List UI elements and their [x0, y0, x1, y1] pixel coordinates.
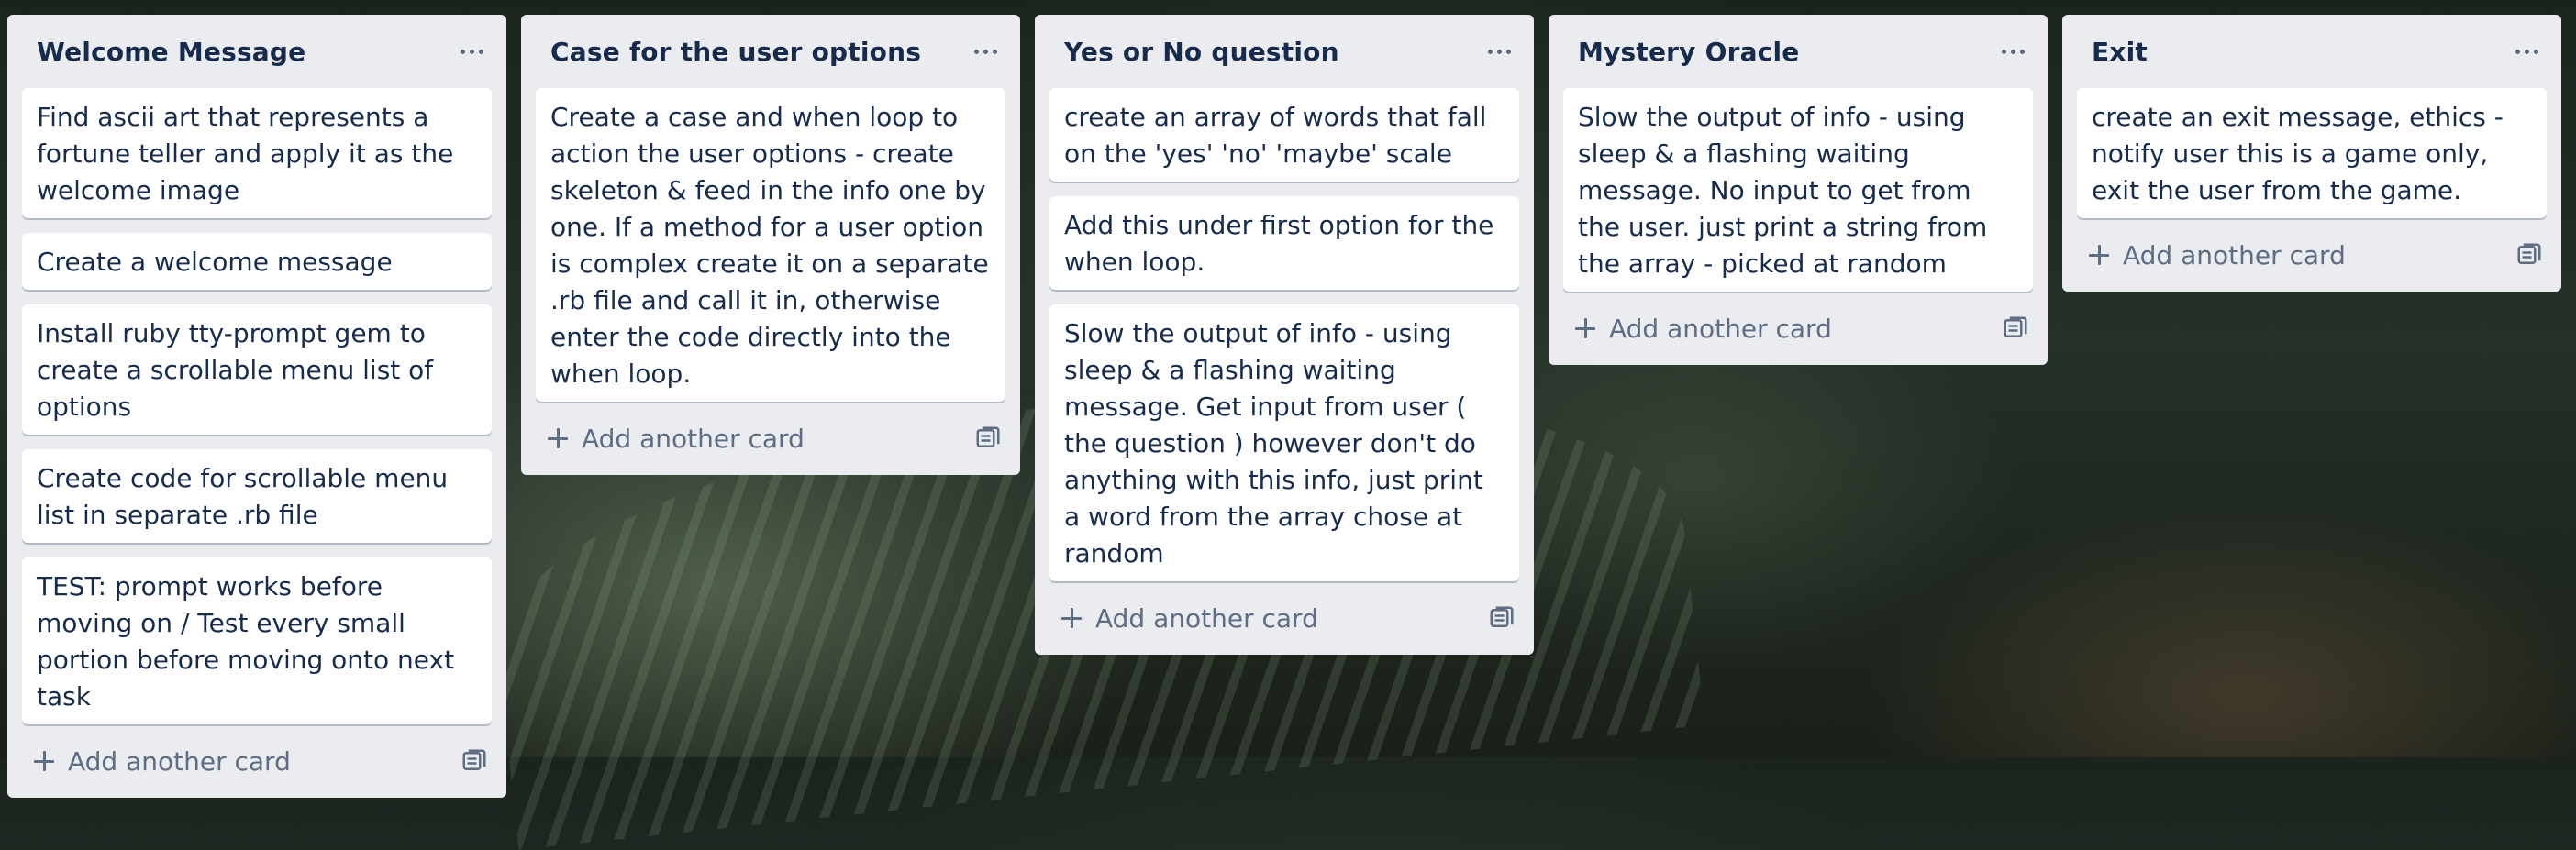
card-template-icon[interactable]: [974, 425, 1002, 452]
list-footer: Add another card: [22, 732, 492, 790]
card-template-icon[interactable]: [1488, 604, 1516, 632]
list-welcome-message: Welcome Message Find ascii art that repr…: [7, 15, 506, 798]
plus-icon: [1060, 607, 1083, 629]
more-horizontal-icon: [2515, 49, 2538, 54]
card-template-icon[interactable]: [461, 747, 488, 775]
plus-icon: [1574, 317, 1596, 339]
list-card[interactable]: create an array of words that fall on th…: [1049, 88, 1519, 182]
add-card-label: Add another card: [582, 423, 805, 454]
list-menu-icon[interactable]: [1479, 31, 1519, 72]
list-title[interactable]: Exit: [2092, 37, 2148, 67]
list-exit: Exit create an exit message, ethics - no…: [2062, 15, 2561, 292]
more-horizontal-icon: [1487, 49, 1511, 54]
add-card-button[interactable]: Add another card: [1574, 314, 1832, 344]
list-header: Exit: [2077, 15, 2547, 88]
list-menu-icon[interactable]: [451, 31, 492, 72]
add-card-label: Add another card: [68, 745, 291, 777]
add-card-button[interactable]: Add another card: [1060, 603, 1318, 634]
list-header: Mystery Oracle: [1563, 15, 2033, 88]
list-case-for-user-options: Case for the user options Create a case …: [521, 15, 1020, 475]
list-card[interactable]: Find ascii art that represents a fortune…: [22, 88, 492, 218]
list-title[interactable]: Welcome Message: [37, 37, 305, 67]
list-card[interactable]: create an exit message, ethics - notify …: [2077, 88, 2547, 218]
list-card[interactable]: Slow the output of info - using sleep & …: [1563, 88, 2033, 292]
list-footer: Add another card: [1563, 299, 2033, 358]
list-header: Case for the user options: [536, 15, 1005, 88]
list-footer: Add another card: [2077, 226, 2547, 284]
more-horizontal-icon: [2001, 49, 2025, 54]
plus-icon: [547, 427, 569, 449]
more-horizontal-icon: [973, 49, 997, 54]
list-title[interactable]: Yes or No question: [1064, 37, 1339, 67]
list-header: Yes or No question: [1049, 15, 1519, 88]
list-card[interactable]: Slow the output of info - using sleep & …: [1049, 304, 1519, 581]
list-footer: Add another card: [536, 409, 1005, 468]
board-canvas: Welcome Message Find ascii art that repr…: [7, 15, 2561, 798]
list-footer: Add another card: [1049, 589, 1519, 647]
list-mystery-oracle: Mystery Oracle Slow the output of info -…: [1549, 15, 2048, 365]
add-card-label: Add another card: [2123, 239, 2346, 270]
list-card[interactable]: Create code for scrollable menu list in …: [22, 449, 492, 543]
card-template-icon[interactable]: [2515, 241, 2543, 269]
plus-icon: [33, 750, 55, 772]
list-card[interactable]: Create a welcome message: [22, 233, 492, 290]
add-card-label: Add another card: [1609, 313, 1832, 344]
add-card-button[interactable]: Add another card: [2088, 240, 2346, 270]
list-menu-icon[interactable]: [2506, 31, 2547, 72]
list-card[interactable]: TEST: prompt works before moving on / Te…: [22, 557, 492, 724]
plus-icon: [2088, 244, 2110, 266]
list-title[interactable]: Mystery Oracle: [1578, 37, 1799, 67]
add-card-button[interactable]: Add another card: [547, 424, 805, 454]
list-title[interactable]: Case for the user options: [550, 37, 921, 67]
list-menu-icon[interactable]: [965, 31, 1005, 72]
list-menu-icon[interactable]: [1993, 31, 2033, 72]
list-yes-or-no-question: Yes or No question create an array of wo…: [1035, 15, 1534, 655]
more-horizontal-icon: [460, 49, 483, 54]
list-card[interactable]: Install ruby tty-prompt gem to create a …: [22, 304, 492, 435]
add-card-label: Add another card: [1095, 602, 1318, 634]
add-card-button[interactable]: Add another card: [33, 746, 291, 777]
list-header: Welcome Message: [22, 15, 492, 88]
list-card[interactable]: Create a case and when loop to action th…: [536, 88, 1005, 402]
list-card[interactable]: Add this under first option for the when…: [1049, 196, 1519, 290]
card-template-icon[interactable]: [2002, 315, 2029, 342]
